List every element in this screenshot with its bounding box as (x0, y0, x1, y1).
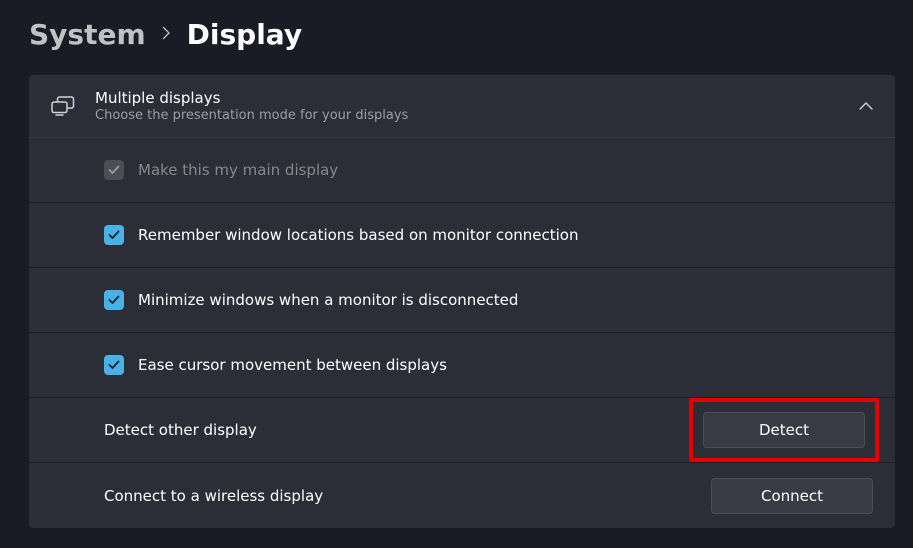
chevron-right-icon (162, 26, 171, 44)
highlight-detect: Detect (689, 398, 879, 462)
multiple-displays-icon (51, 96, 75, 116)
option-ease-cursor[interactable]: Ease cursor movement between displays (29, 333, 895, 398)
section-subtitle: Choose the presentation mode for your di… (95, 108, 839, 123)
row-connect: Connect to a wireless display Connect (29, 463, 895, 528)
chevron-up-icon[interactable] (859, 102, 873, 110)
label-main-display: Make this my main display (138, 161, 338, 179)
checkbox-main-display (104, 160, 124, 180)
label-connect: Connect to a wireless display (104, 487, 323, 505)
checkbox-minimize-disconnect[interactable] (104, 290, 124, 310)
label-remember-windows: Remember window locations based on monit… (138, 226, 579, 244)
multiple-displays-header[interactable]: Multiple displays Choose the presentatio… (29, 75, 895, 138)
label-ease-cursor: Ease cursor movement between displays (138, 356, 447, 374)
section-title: Multiple displays (95, 89, 839, 107)
breadcrumb: System Display (29, 18, 895, 51)
option-remember-windows[interactable]: Remember window locations based on monit… (29, 203, 895, 268)
row-detect: Detect other display Detect (29, 398, 895, 463)
connect-button[interactable]: Connect (711, 478, 873, 514)
option-main-display: Make this my main display (29, 138, 895, 203)
checkbox-ease-cursor[interactable] (104, 355, 124, 375)
multiple-displays-panel: Multiple displays Choose the presentatio… (29, 75, 895, 528)
detect-button[interactable]: Detect (703, 412, 865, 448)
option-minimize-disconnect[interactable]: Minimize windows when a monitor is disco… (29, 268, 895, 333)
label-minimize-disconnect: Minimize windows when a monitor is disco… (138, 291, 518, 309)
breadcrumb-parent[interactable]: System (29, 18, 146, 51)
page-title: Display (187, 18, 302, 51)
checkbox-remember-windows[interactable] (104, 225, 124, 245)
label-detect: Detect other display (104, 421, 257, 439)
